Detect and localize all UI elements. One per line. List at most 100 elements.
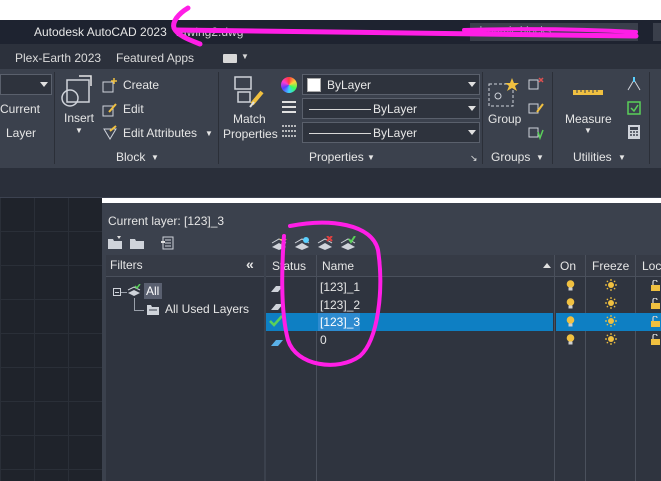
search-go-button[interactable]: [653, 23, 661, 41]
lineweight-icon: [281, 100, 297, 114]
help-search-input[interactable]: dynamic blocks ...: [470, 23, 638, 41]
groups-panel-title[interactable]: Groups: [491, 150, 530, 164]
layer-name[interactable]: 0: [320, 333, 327, 347]
chevron-down-icon[interactable]: ▼: [584, 126, 592, 135]
panel-divider: [218, 72, 219, 164]
unlock-icon[interactable]: [650, 315, 661, 327]
match-layer-button[interactable]: Layer: [6, 126, 36, 140]
column-header-status[interactable]: Status: [272, 259, 306, 273]
create-block-icon[interactable]: [102, 77, 118, 93]
tab-plex-earth[interactable]: Plex-Earth 2023: [15, 51, 101, 65]
create-block-button[interactable]: Create: [123, 78, 159, 92]
chevron-down-icon[interactable]: ▼: [151, 153, 159, 162]
chevron-down-icon[interactable]: ▼: [367, 153, 375, 162]
tree-node-all[interactable]: All: [144, 283, 162, 299]
new-layer-icon[interactable]: [271, 236, 287, 250]
chevron-down-icon[interactable]: ▼: [618, 153, 626, 162]
edit-block-icon[interactable]: [102, 101, 118, 117]
new-layer-vp-frozen-icon[interactable]: [294, 236, 310, 250]
chevron-down-icon[interactable]: ▼: [205, 129, 213, 138]
collapse-filters-button[interactable]: «: [246, 256, 254, 272]
layer-name[interactable]: [123]_1: [320, 280, 360, 294]
column-header-name[interactable]: Name: [322, 259, 354, 273]
edit-block-button[interactable]: Edit: [123, 102, 144, 116]
group-button[interactable]: Group: [488, 112, 521, 126]
sun-icon[interactable]: [605, 315, 617, 327]
light-bulb-icon[interactable]: [566, 316, 575, 327]
panel-divider: [649, 72, 650, 164]
insert-block-icon[interactable]: [61, 74, 97, 110]
layer-dropdown[interactable]: [0, 74, 52, 95]
linetype-value: ByLayer: [373, 126, 418, 140]
light-bulb-icon[interactable]: [566, 334, 575, 345]
edit-attributes-icon[interactable]: [102, 125, 118, 141]
new-property-filter-icon[interactable]: [107, 236, 123, 250]
sun-icon[interactable]: [605, 333, 617, 345]
column-header-lock[interactable]: Loc: [642, 259, 661, 273]
make-current-button[interactable]: Current: [0, 102, 40, 116]
column-divider: [316, 255, 317, 481]
calculator-icon[interactable]: [626, 124, 642, 140]
chevron-down-icon[interactable]: ▼: [241, 52, 249, 61]
panel-divider: [482, 72, 483, 164]
light-bulb-icon[interactable]: [566, 298, 575, 309]
tree-collapse-icon[interactable]: [113, 288, 121, 296]
color-value: ByLayer: [327, 78, 372, 92]
match-properties-label-2[interactable]: Properties: [223, 127, 278, 141]
utilities-panel-title[interactable]: Utilities: [573, 150, 612, 164]
insert-button[interactable]: Insert: [64, 111, 94, 125]
sort-ascending-icon: [543, 263, 551, 268]
light-bulb-icon[interactable]: [566, 280, 575, 291]
lineweight-dropdown[interactable]: ByLayer: [302, 98, 480, 119]
column-divider: [585, 255, 586, 481]
column-header-on[interactable]: On: [560, 259, 576, 273]
match-properties-icon[interactable]: [232, 74, 266, 110]
sun-icon[interactable]: [605, 279, 617, 291]
layer-name[interactable]: [123]_3: [320, 315, 360, 329]
tree-line: [134, 310, 144, 311]
tree-node-all-used-layers[interactable]: All Used Layers: [165, 302, 249, 316]
sun-icon[interactable]: [605, 297, 617, 309]
layer-states-manager-icon[interactable]: [160, 236, 178, 250]
column-header-freeze[interactable]: Freeze: [592, 259, 629, 273]
layer-status-icon: [270, 300, 284, 310]
edit-attributes-button[interactable]: Edit Attributes: [123, 126, 197, 140]
file-tab-strip: [0, 168, 661, 197]
chevron-down-icon[interactable]: ▼: [75, 126, 83, 135]
file-name: rawing2.dwg: [176, 25, 244, 39]
set-current-icon[interactable]: [340, 235, 356, 250]
linetype-icon: [281, 124, 297, 138]
properties-panel-title[interactable]: Properties: [309, 150, 364, 164]
drawing-canvas[interactable]: [0, 197, 102, 481]
title-bar: Autodesk AutoCAD 2023 rawing2.dwg dynami…: [0, 20, 661, 44]
chevron-down-icon[interactable]: ▼: [536, 153, 544, 162]
unlock-icon[interactable]: [650, 297, 661, 309]
table-row-selected[interactable]: [266, 313, 553, 331]
id-point-icon[interactable]: [626, 76, 642, 92]
tab-featured-apps[interactable]: Featured Apps: [116, 51, 194, 65]
group-selection-icon[interactable]: [528, 124, 544, 141]
color-dropdown[interactable]: ByLayer: [302, 74, 480, 95]
layer-status-icon: [270, 336, 284, 346]
linetype-dropdown[interactable]: ByLayer: [302, 122, 480, 143]
line-preview: [309, 133, 371, 134]
layer-name[interactable]: [123]_2: [320, 298, 360, 312]
unlock-icon[interactable]: [650, 279, 661, 291]
block-panel-title[interactable]: Block: [116, 150, 145, 164]
group-edit-icon[interactable]: [528, 100, 544, 116]
group-icon[interactable]: [486, 76, 520, 110]
color-swatch: [307, 78, 321, 92]
measure-icon[interactable]: [572, 86, 604, 96]
screen-top-strip: [0, 0, 661, 20]
ungroup-icon[interactable]: [528, 76, 544, 92]
new-group-filter-icon[interactable]: [129, 236, 145, 250]
delete-layer-icon[interactable]: [317, 235, 333, 250]
ribbon-toggle-icon[interactable]: [223, 54, 237, 63]
panel-divider: [552, 72, 553, 164]
match-properties-label-1[interactable]: Match: [233, 112, 266, 126]
unlock-icon[interactable]: [650, 333, 661, 345]
lineweight-value: ByLayer: [373, 102, 418, 116]
dialog-launcher-icon[interactable]: ↘: [470, 153, 478, 164]
quick-select-icon[interactable]: [626, 100, 642, 116]
measure-button[interactable]: Measure: [565, 112, 612, 126]
